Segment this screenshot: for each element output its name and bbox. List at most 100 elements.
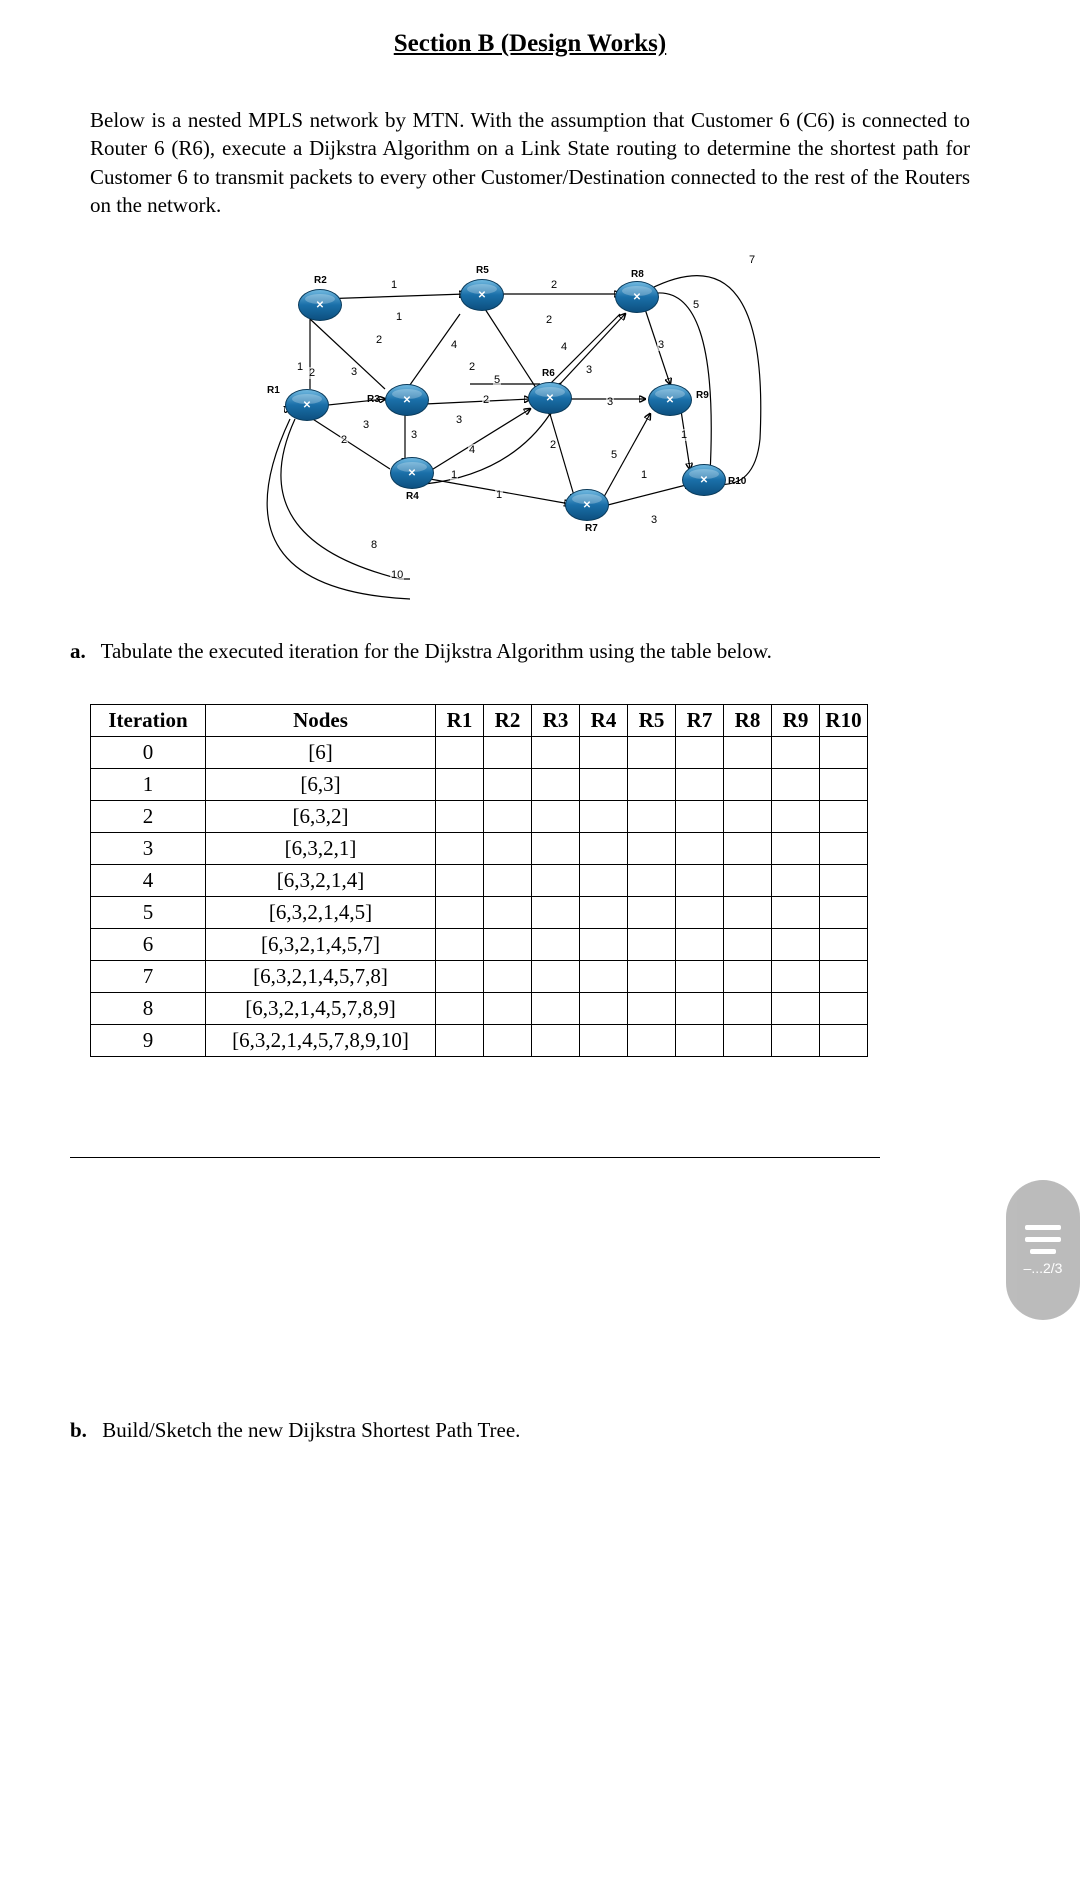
edge-weight: 1 — [680, 429, 688, 441]
edge-weight: 5 — [692, 299, 700, 311]
cell-empty — [628, 961, 676, 993]
router-label-r3: R3 — [367, 394, 380, 405]
cell-empty — [484, 737, 532, 769]
edge-weight: 3 — [657, 339, 665, 351]
cell-empty — [772, 897, 820, 929]
cell-empty — [820, 737, 868, 769]
cell-empty — [484, 897, 532, 929]
cell-empty — [676, 929, 724, 961]
cell-empty — [772, 769, 820, 801]
cell-iteration: 4 — [91, 865, 206, 897]
cell-nodes: [6,3,2,1,4,5,7] — [206, 929, 436, 961]
edge-weight: 1 — [495, 489, 503, 501]
cell-nodes: [6,3,2,1,4] — [206, 865, 436, 897]
edge-weight: 2 — [550, 279, 558, 291]
cell-empty — [580, 801, 628, 833]
edge-weight: 2 — [340, 434, 348, 446]
edge-weight: 2 — [545, 314, 553, 326]
cell-empty — [484, 769, 532, 801]
router-label-r10: R10 — [728, 476, 746, 487]
edge-weight: 4 — [450, 339, 458, 351]
menu-icon — [1025, 1225, 1061, 1254]
cell-empty — [580, 1025, 628, 1057]
cell-empty — [820, 929, 868, 961]
cell-empty — [436, 897, 484, 929]
cell-empty — [820, 897, 868, 929]
cell-empty — [436, 833, 484, 865]
th-r9: R9 — [772, 705, 820, 737]
table-row: 6[6,3,2,1,4,5,7] — [91, 929, 868, 961]
cell-empty — [628, 737, 676, 769]
cell-iteration: 2 — [91, 801, 206, 833]
page-indicator-widget[interactable]: –...2/3 — [1006, 1180, 1080, 1320]
cell-empty — [772, 961, 820, 993]
cell-empty — [628, 865, 676, 897]
table-row: 5[6,3,2,1,4,5] — [91, 897, 868, 929]
cell-empty — [676, 865, 724, 897]
table-row: 4[6,3,2,1,4] — [91, 865, 868, 897]
edge-weight: 2 — [308, 367, 316, 379]
cell-empty — [580, 833, 628, 865]
edge-weight: 3 — [606, 396, 614, 408]
cell-empty — [484, 801, 532, 833]
edge-weight: 1 — [296, 361, 304, 373]
table-row: 2[6,3,2] — [91, 801, 868, 833]
cell-empty — [580, 897, 628, 929]
cell-iteration: 8 — [91, 993, 206, 1025]
cell-empty — [580, 737, 628, 769]
edge-weight: 4 — [468, 444, 476, 456]
cell-empty — [628, 769, 676, 801]
edge-weight: 3 — [585, 364, 593, 376]
router-label-r7: R7 — [585, 523, 598, 534]
cell-empty — [484, 961, 532, 993]
cell-empty — [724, 801, 772, 833]
table-row: 9[6,3,2,1,4,5,7,8,9,10] — [91, 1025, 868, 1057]
cell-empty — [436, 961, 484, 993]
edge-weight: 3 — [410, 429, 418, 441]
th-r8: R8 — [724, 705, 772, 737]
th-r4: R4 — [580, 705, 628, 737]
edge-weight: 2 — [549, 439, 557, 451]
cell-iteration: 6 — [91, 929, 206, 961]
cell-empty — [580, 961, 628, 993]
cell-empty — [724, 833, 772, 865]
cell-empty — [820, 961, 868, 993]
cell-empty — [676, 801, 724, 833]
question-b: b. Build/Sketch the new Dijkstra Shortes… — [70, 1418, 990, 1443]
router-label-r9: R9 — [696, 390, 709, 401]
cell-iteration: 9 — [91, 1025, 206, 1057]
cell-empty — [580, 865, 628, 897]
router-label-r5: R5 — [476, 265, 489, 276]
table-row: 8[6,3,2,1,4,5,7,8,9] — [91, 993, 868, 1025]
edge-weight: 2 — [482, 394, 490, 406]
cell-empty — [436, 737, 484, 769]
cell-empty — [628, 897, 676, 929]
edge-weight: 1 — [390, 279, 398, 291]
router-label-r8: R8 — [631, 269, 644, 280]
cell-empty — [628, 833, 676, 865]
cell-empty — [676, 961, 724, 993]
cell-empty — [676, 833, 724, 865]
cell-empty — [676, 769, 724, 801]
cell-nodes: [6] — [206, 737, 436, 769]
edge-weight: 7 — [748, 254, 756, 266]
cell-empty — [724, 993, 772, 1025]
cell-empty — [436, 993, 484, 1025]
cell-empty — [724, 929, 772, 961]
edge-weight: 5 — [493, 374, 501, 386]
cell-nodes: [6,3,2,1,4,5,7,8] — [206, 961, 436, 993]
edge-weight: 1 — [450, 469, 458, 481]
cell-empty — [436, 1025, 484, 1057]
cell-empty — [532, 769, 580, 801]
edge-weight: 1 — [640, 469, 648, 481]
problem-statement: Below is a nested MPLS network by MTN. W… — [90, 106, 970, 219]
question-a-marker: a. — [70, 639, 86, 663]
cell-empty — [724, 769, 772, 801]
cell-iteration: 5 — [91, 897, 206, 929]
edge-weight: 8 — [370, 539, 378, 551]
cell-empty — [820, 801, 868, 833]
cell-empty — [820, 833, 868, 865]
cell-nodes: [6,3,2,1] — [206, 833, 436, 865]
router-label-r4: R4 — [406, 491, 419, 502]
cell-nodes: [6,3,2,1,4,5,7,8,9,10] — [206, 1025, 436, 1057]
